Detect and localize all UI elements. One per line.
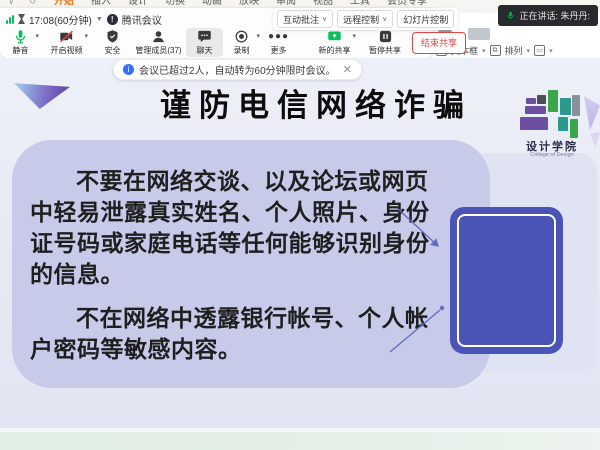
close-icon[interactable]: ✕	[343, 63, 352, 76]
logo-block	[537, 95, 546, 104]
microphone-icon	[13, 29, 28, 44]
new-share-button[interactable]: ▾ 新的共享	[307, 28, 362, 57]
meeting-notification: i 会议已超过2人，自动转为60分钟限时会议。 ✕	[113, 59, 362, 80]
info-icon: i	[123, 64, 134, 75]
logo-block	[572, 95, 580, 116]
logo-block	[560, 98, 571, 115]
logo-name-en: College of Design	[516, 152, 588, 158]
chat-button[interactable]: 聊天	[186, 28, 223, 57]
logo-block	[558, 117, 568, 131]
more-button[interactable]: ●●● 更多	[260, 28, 297, 57]
more-icon: ●●●	[268, 30, 289, 44]
chevron-down-icon[interactable]: ▾	[549, 47, 553, 55]
chat-icon	[197, 29, 212, 44]
slide-control-button[interactable]: 幻灯片控制	[397, 10, 454, 28]
shield-icon	[105, 29, 120, 44]
interactive-annotation-button[interactable]: 互动批注∨	[277, 10, 333, 28]
bottom-strip	[0, 432, 600, 450]
slide-title: 谨防电信网络诈骗	[0, 80, 600, 125]
end-share-button[interactable]: 结束共享	[412, 32, 466, 54]
meeting-timer[interactable]: 17:08(60分钟)	[29, 12, 92, 27]
shared-slide: 谨防电信网络诈骗 不要在网络交谈、以及论坛或网页中轻易泄露真实姓名、个人照片、身…	[0, 58, 600, 429]
camera-off-icon	[59, 29, 74, 44]
slide-paragraph-2: 不在网络中透露银行帐号、个人帐户密码等敏感内容。	[30, 303, 446, 365]
logo-block	[525, 106, 546, 114]
chevron-down-icon[interactable]: ▾	[482, 47, 486, 55]
logo-block	[548, 90, 558, 112]
meeting-app-name: 腾讯会议	[122, 12, 162, 27]
slide-photo-placeholder	[450, 207, 563, 354]
chevron-down-icon[interactable]: ▾	[527, 47, 531, 55]
logo-block	[520, 117, 548, 130]
chevron-down-icon[interactable]: ▼	[96, 16, 103, 23]
record-button[interactable]: ▾ 录制	[223, 28, 260, 57]
meeting-info-bar: 17:08(60分钟) ▼ ! 腾讯会议	[6, 11, 162, 27]
start-video-button[interactable]: ▾ 开启视频	[39, 28, 94, 57]
mute-button[interactable]: ▾ 静音	[2, 28, 39, 57]
slide-size-icon[interactable]: ▭	[534, 45, 545, 56]
members-icon	[151, 29, 166, 44]
slide-paragraph-1: 不要在网络交谈、以及论坛或网页中轻易泄露真实姓名、个人照片、身份证号码或家庭电话…	[30, 166, 446, 290]
chevron-down-icon[interactable]: ▾	[352, 32, 356, 40]
remote-control-button[interactable]: 远程控制∨	[337, 10, 393, 28]
tencent-meeting-icon: !	[107, 14, 118, 25]
college-logo: 设计学院 College of Design	[516, 90, 588, 162]
speaking-banner: 正在讲话: 朱丹丹:	[498, 5, 598, 26]
microphone-icon	[506, 11, 515, 20]
quick-access-icons[interactable]: ∨ ↺	[8, 0, 43, 7]
pause-icon	[378, 29, 393, 44]
chevron-down-icon: ∨	[322, 15, 327, 23]
logo-block	[570, 119, 578, 138]
record-icon	[234, 29, 249, 44]
slide-corner-decoration	[590, 132, 600, 148]
shape-fill-icon[interactable]	[468, 28, 490, 40]
pause-share-button[interactable]: 暂停共享	[362, 28, 408, 57]
meeting-toolbar: ▾ 静音 ▾ 开启视频 安全 管理成员(37) 聊天	[2, 27, 466, 58]
logo-block	[526, 98, 536, 104]
photo-frame-border	[457, 214, 556, 347]
chevron-down-icon: ∨	[382, 15, 387, 23]
slide-body-text: 不要在网络交谈、以及论坛或网页中轻易泄露真实姓名、个人照片、身份证号码或家庭电话…	[30, 166, 446, 365]
chevron-down-icon[interactable]: ▾	[84, 32, 88, 40]
manage-members-button[interactable]: 管理成员(37)	[131, 28, 186, 57]
network-signal-icon	[6, 15, 14, 24]
arrange-button[interactable]: 排列	[505, 44, 523, 57]
arrange-icon: ⧉	[490, 45, 501, 56]
share-screen-icon	[327, 29, 342, 44]
security-button[interactable]: 安全	[94, 28, 131, 57]
timer-icon	[18, 14, 25, 24]
meeting-control-panel: 17:08(60分钟) ▼ ! 腾讯会议 互动批注∨ 远程控制∨ 幻灯片控制 ▾…	[0, 8, 433, 58]
